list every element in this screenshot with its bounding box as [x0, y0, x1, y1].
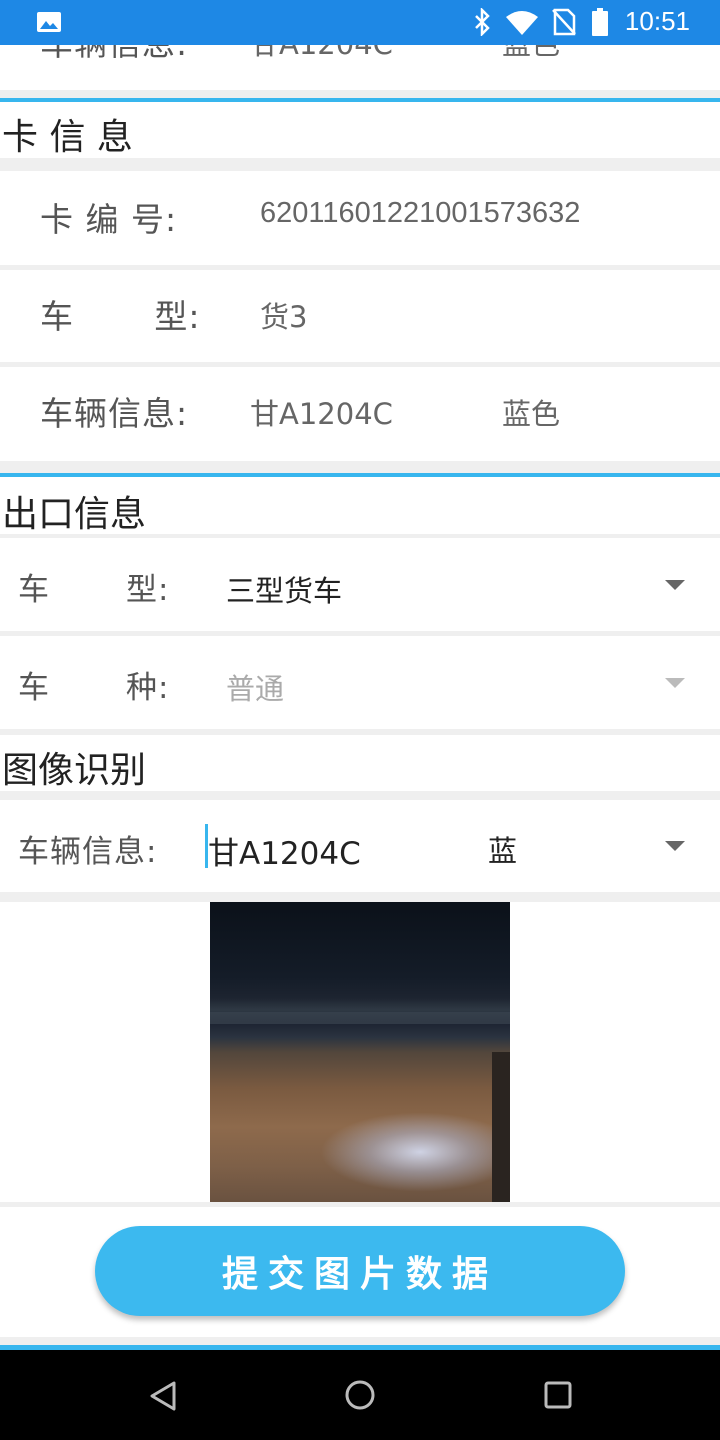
section-title: 图像识别 — [2, 750, 147, 791]
card-number-row: 卡 编 号: 62011601221001573632 — [0, 171, 720, 265]
vehicle-type-value: 货3 — [260, 300, 308, 334]
submit-image-data-button[interactable]: 提交图片数据 — [95, 1226, 625, 1316]
chevron-down-icon[interactable] — [665, 841, 685, 851]
partial-vehicle-label: 车辆信息: — [40, 45, 188, 65]
plate-color-select[interactable]: 蓝 — [488, 828, 517, 870]
navigation-bar — [0, 1350, 720, 1440]
exit-info-header: 出口信息 — [0, 477, 720, 535]
section-title: 出口信息 — [2, 494, 147, 535]
chevron-down-icon[interactable] — [665, 678, 685, 688]
back-icon[interactable] — [148, 1380, 178, 1416]
bluetooth-icon — [472, 6, 492, 40]
card-number-label: 卡 编 号: — [40, 200, 178, 239]
vehicle-type-label: 车 型: — [40, 297, 201, 336]
card-number-value: 62011601221001573632 — [260, 197, 581, 229]
wifi-icon — [505, 10, 539, 40]
exit-vehicle-type-value: 三型货车 — [226, 574, 343, 608]
home-icon[interactable] — [344, 1379, 376, 1415]
exit-vehicle-kind-select[interactable]: 车 种: 普通 — [0, 636, 720, 729]
image-recognition-header: 图像识别 — [0, 735, 720, 791]
captured-vehicle-photo[interactable] — [210, 902, 510, 1202]
vehicle-info-label: 车辆信息: — [40, 394, 189, 433]
partial-vehicle-row: 车辆信息: 甘A1204C 蓝色 — [0, 45, 720, 90]
exit-vehicle-type-select[interactable]: 车 型: 三型货车 — [0, 538, 720, 631]
no-sim-icon — [552, 8, 576, 40]
status-bar: 10:51 — [0, 0, 720, 45]
partial-plate: 甘A1204C — [250, 45, 393, 63]
card-vehicle-type-row: 车 型: 货3 — [0, 270, 720, 362]
plate-color-value: 蓝色 — [502, 397, 561, 431]
partial-color: 蓝色 — [502, 45, 560, 63]
battery-icon — [592, 8, 608, 40]
recents-icon[interactable] — [544, 1381, 572, 1413]
exit-vehicle-type-label: 车 型: — [18, 572, 170, 608]
exit-vehicle-kind-label: 车 种: — [18, 670, 170, 706]
clock: 10:51 — [624, 6, 690, 36]
gallery-icon — [36, 11, 62, 37]
card-vehicle-info-row: 车辆信息: 甘A1204C 蓝色 — [0, 367, 720, 461]
chevron-down-icon[interactable] — [665, 580, 685, 590]
exit-vehicle-kind-value: 普通 — [226, 672, 285, 706]
card-info-header: 卡 信 息 — [0, 102, 720, 158]
recognized-vehicle-label: 车辆信息: — [18, 834, 158, 870]
plate-input[interactable]: 甘A1204C — [208, 828, 361, 873]
recognized-vehicle-row: 车辆信息: 甘A1204C 蓝 — [0, 800, 720, 892]
plate-value: 甘A1204C — [250, 397, 393, 431]
section-title: 卡 信 息 — [2, 117, 133, 158]
